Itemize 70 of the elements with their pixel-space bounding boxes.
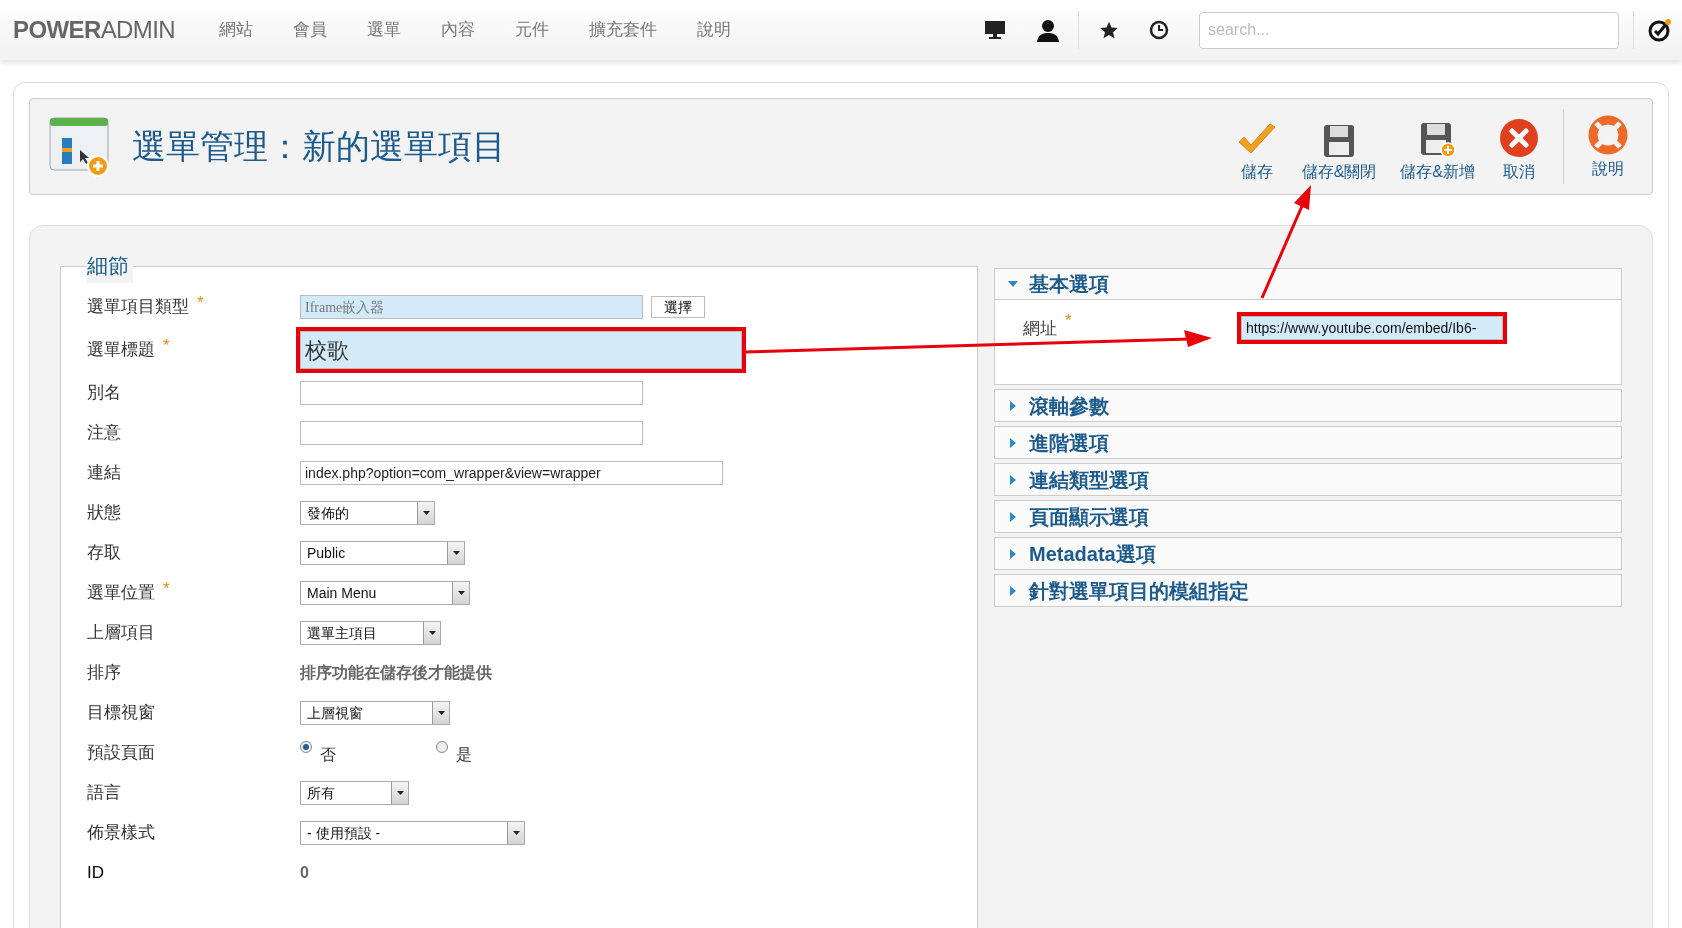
nav-link[interactable]: 內容 [421, 17, 495, 43]
field-label: 存取 [87, 542, 121, 565]
accordion-header[interactable]: 進階選項 [995, 427, 1621, 458]
dropdown[interactable]: 發佈的 [300, 501, 435, 525]
field-label: 狀態 [87, 502, 121, 525]
static-value: 排序功能在儲存後才能提供 [300, 663, 492, 683]
accordion-header[interactable]: 連結類型選項 [995, 464, 1621, 495]
search-field[interactable]: search... [1199, 11, 1619, 49]
required-mark: * [1065, 312, 1072, 329]
star-icon[interactable] [1099, 20, 1119, 40]
user-icon[interactable] [1036, 18, 1060, 42]
readonly-field[interactable]: Iframe嵌入器 [300, 295, 643, 319]
field-label: 網址 [1023, 318, 1057, 340]
required-mark: * [163, 580, 170, 598]
field-label: 選單標題 [87, 339, 155, 362]
text-field[interactable]: 校歌 [300, 331, 742, 369]
accordion-header[interactable]: Metadata選項 [995, 538, 1621, 569]
page-title: 選單管理：新的選單項目 [132, 127, 506, 167]
radio-button[interactable] [436, 741, 448, 753]
field-label: 連結 [87, 462, 121, 485]
floppy-disk-plus-icon [1419, 122, 1456, 158]
toolbar-button[interactable]: 儲存&關閉 [1289, 116, 1389, 184]
accordion-header[interactable]: 頁面顯示選項 [995, 501, 1621, 532]
nav-link[interactable]: 擴充套件 [569, 17, 677, 43]
monitor-icon[interactable] [984, 20, 1006, 40]
field-label: 選單位置 [87, 582, 155, 605]
menu-window-icon [48, 115, 112, 178]
field-label: 注意 [87, 422, 121, 445]
field-label: 預設頁面 [87, 742, 155, 765]
text-field[interactable]: index.php?option=com_wrapper&view=wrapper [300, 461, 723, 485]
static-value: 0 [300, 863, 309, 883]
accordion-header[interactable]: 滾軸參數 [995, 390, 1621, 421]
text-field[interactable] [300, 381, 643, 405]
logo-icon[interactable] [1648, 18, 1672, 42]
toolbar-button[interactable]: 儲存 [1223, 116, 1290, 184]
nav-link[interactable]: 會員 [273, 17, 347, 43]
toolbar-button[interactable]: 取消 [1487, 116, 1551, 184]
logo[interactable]: POWERADMIN [13, 12, 175, 48]
field-label: 上層項目 [87, 622, 155, 645]
radio-label: 否 [320, 745, 336, 765]
field-label: 排序 [87, 662, 121, 685]
field-label: ID [87, 862, 104, 885]
url-field[interactable]: https://www.youtube.com/embed/Ib6- [1241, 316, 1503, 340]
required-mark: * [197, 294, 204, 312]
clock-icon[interactable] [1149, 20, 1169, 40]
nav-link[interactable]: 元件 [495, 17, 569, 43]
select-button[interactable]: 選擇 [651, 296, 705, 318]
radio-button[interactable] [300, 741, 312, 753]
field-label: 佈景樣式 [87, 822, 155, 845]
nav-link[interactable]: 選單 [347, 17, 421, 43]
field-label: 選單項目類型 [87, 296, 189, 319]
dropdown[interactable]: 上層視窗 [300, 701, 450, 725]
close-icon [1499, 118, 1539, 158]
accordion-header[interactable]: 針對選單項目的模組指定 [995, 575, 1621, 606]
required-mark: * [163, 337, 170, 355]
field-label: 目標視窗 [87, 702, 155, 725]
nav-link[interactable]: 網站 [199, 17, 273, 43]
nav-link[interactable]: 說明 [677, 17, 751, 43]
toolbar-button[interactable]: 儲存&新增 [1388, 116, 1487, 184]
text-field[interactable] [300, 421, 643, 445]
dropdown[interactable]: 所有 [300, 781, 409, 805]
field-label: 語言 [87, 782, 121, 805]
dropdown[interactable]: - 使用預設 - [300, 821, 525, 845]
lifebuoy-icon [1588, 114, 1628, 155]
dropdown[interactable]: Public [300, 541, 465, 565]
dropdown[interactable]: 選單主項目 [300, 621, 441, 645]
radio-label: 是 [456, 745, 472, 765]
toolbar-button[interactable]: 說明 [1576, 112, 1640, 181]
field-label: 別名 [87, 382, 121, 405]
dropdown[interactable]: Main Menu [300, 581, 470, 605]
